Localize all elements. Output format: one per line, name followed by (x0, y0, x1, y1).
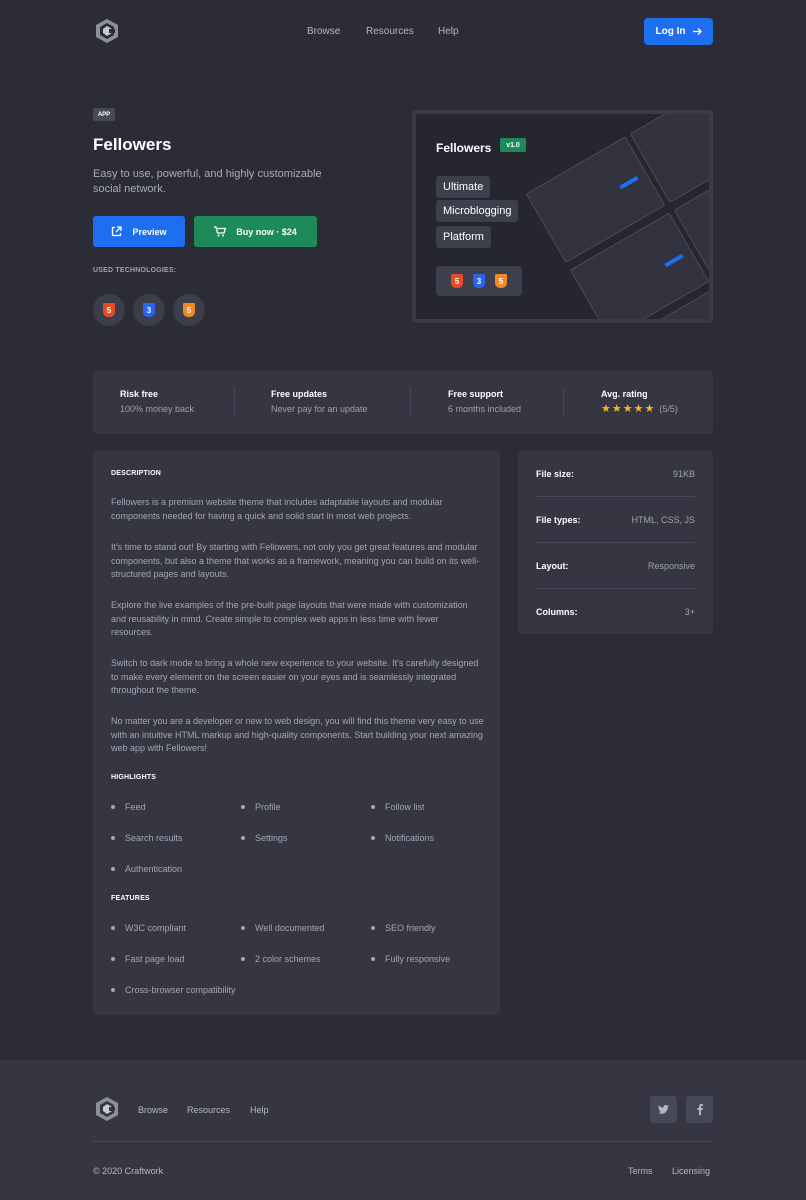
description-paragraph: Switch to dark mode to bring a whole new… (111, 658, 479, 695)
hero-tag: Microblogging (436, 200, 519, 222)
description-card: DESCRIPTION Fellowers is a premium websi… (93, 451, 500, 1015)
feature-item: Fully responsive (371, 954, 450, 964)
star-icon: ★ (633, 403, 644, 415)
feature-item: SEO friendly (371, 923, 436, 933)
tech-css3: 3 (133, 294, 165, 326)
html5-icon: 5 (451, 274, 463, 288)
footer-nav-browse[interactable]: Browse (138, 1105, 168, 1115)
feature-item: Well documented (241, 923, 324, 933)
features-heading: FEATURES (111, 895, 150, 902)
highlights-heading: HIGHLIGHTS (111, 774, 157, 781)
footer-nav-help[interactable]: Help (250, 1105, 269, 1115)
info-row-file-types: File types: HTML, CSS, JS (536, 515, 695, 525)
hero-tag: Platform (436, 226, 491, 248)
highlight-item: Search results (111, 833, 183, 843)
site-header: Browse Resources Help Log In (0, 0, 806, 60)
star-icon: ★ (611, 403, 622, 415)
star-icon: ★ (644, 403, 655, 415)
footer-link-terms[interactable]: Terms (628, 1166, 653, 1176)
info-row-layout: Layout: Responsive (536, 561, 695, 571)
description-paragraph: It's time to stand out! By starting with… (111, 542, 480, 579)
site-footer: Browse Resources Help © 2020 Craftwork T… (0, 1060, 806, 1200)
info-row-columns: Columns: 3+ (536, 607, 695, 617)
login-button[interactable]: Log In (644, 18, 713, 45)
footer-link-licensing[interactable]: Licensing (672, 1166, 710, 1176)
stat-free-support: Free support 6 months included (448, 389, 522, 414)
highlight-item: Profile (241, 802, 281, 812)
description-paragraph: Fellowers is a premium website theme tha… (111, 497, 443, 521)
divider (536, 588, 695, 589)
feature-item: Fast page load (111, 954, 185, 964)
stat-rating: Avg. rating ★ ★ ★ ★ ★ (5/5) (601, 389, 678, 415)
hero-title: Fellowers (436, 141, 492, 155)
css3-icon: 3 (473, 274, 485, 288)
facebook-button[interactable] (686, 1096, 713, 1123)
description-paragraph: Explore the live examples of the pre-bui… (111, 600, 468, 637)
highlight-item: Notifications (371, 833, 434, 843)
divider (563, 388, 564, 416)
footer-divider (93, 1141, 713, 1142)
price: $24 (281, 226, 297, 237)
star-icon: ★ (622, 403, 633, 415)
arrow-right-icon (692, 28, 702, 35)
css3-icon: 3 (143, 303, 155, 317)
product-description: Easy to use, powerful, and highly custom… (93, 168, 322, 195)
buy-label: Buy now · $24 (236, 226, 297, 237)
product-preview-image: Fellowers v1.0 Ultimate Microblogging Pl… (412, 110, 713, 323)
feature-item: 2 color schemes (241, 954, 321, 964)
highlight-item: Feed (111, 802, 146, 812)
external-link-icon (112, 226, 123, 237)
stat-risk-free: Risk free 100% money back (120, 389, 195, 414)
html5-orange-icon: 5 (495, 274, 507, 288)
divider (536, 496, 695, 497)
cart-icon (214, 226, 227, 237)
hero-tech-icons: 5 3 5 (436, 266, 522, 296)
stats-bar: Risk free 100% money back Free updates N… (93, 371, 713, 434)
mockup-screens (507, 114, 709, 319)
nav-resources[interactable]: Resources (366, 26, 414, 37)
highlight-item: Settings (241, 833, 288, 843)
craftwork-logo-icon[interactable] (95, 1096, 119, 1122)
craftwork-logo-icon[interactable] (95, 18, 119, 44)
preview-button[interactable]: Preview (93, 216, 185, 247)
hero-tag: Ultimate (436, 176, 491, 198)
html5-orange-icon: 5 (183, 303, 195, 317)
info-row-file-size: File size: 91KB (536, 469, 695, 479)
stat-free-updates: Free updates Never pay for an update (271, 389, 368, 414)
description-paragraph: No matter you are a developer or new to … (111, 716, 484, 753)
facebook-icon (696, 1104, 703, 1115)
rating-stars: ★ ★ ★ ★ ★ (5/5) (601, 402, 678, 415)
login-label: Log In (655, 26, 686, 37)
file-info-card: File size: 91KB File types: HTML, CSS, JS … (518, 451, 713, 634)
version-badge: v1.0 (500, 138, 526, 152)
rating-text: (5/5) (659, 403, 678, 414)
twitter-icon (658, 1105, 669, 1114)
technologies-label: USED TECHNOLOGIES: (93, 267, 177, 274)
twitter-button[interactable] (650, 1096, 677, 1123)
divider (410, 388, 411, 416)
copyright: © 2020 Craftwork (93, 1166, 164, 1176)
preview-label: Preview (132, 226, 167, 237)
html5-icon: 5 (103, 303, 115, 317)
divider (234, 388, 235, 416)
feature-item: Cross-browser compatibility (111, 985, 236, 995)
feature-item: W3C compliant (111, 923, 186, 933)
highlight-item: Follow list (371, 802, 425, 812)
product-title: Fellowers (93, 135, 172, 154)
app-badge: APP (93, 108, 115, 121)
star-icon: ★ (601, 403, 611, 415)
divider (536, 542, 695, 543)
nav-browse[interactable]: Browse (307, 26, 340, 37)
footer-nav-resources[interactable]: Resources (187, 1105, 230, 1115)
description-heading: DESCRIPTION (111, 470, 162, 477)
highlight-item: Authentication (111, 864, 182, 874)
nav-help[interactable]: Help (438, 26, 459, 37)
tech-html5-alt: 5 (173, 294, 205, 326)
buy-button[interactable]: Buy now · $24 (194, 216, 317, 247)
tech-html5: 5 (93, 294, 125, 326)
